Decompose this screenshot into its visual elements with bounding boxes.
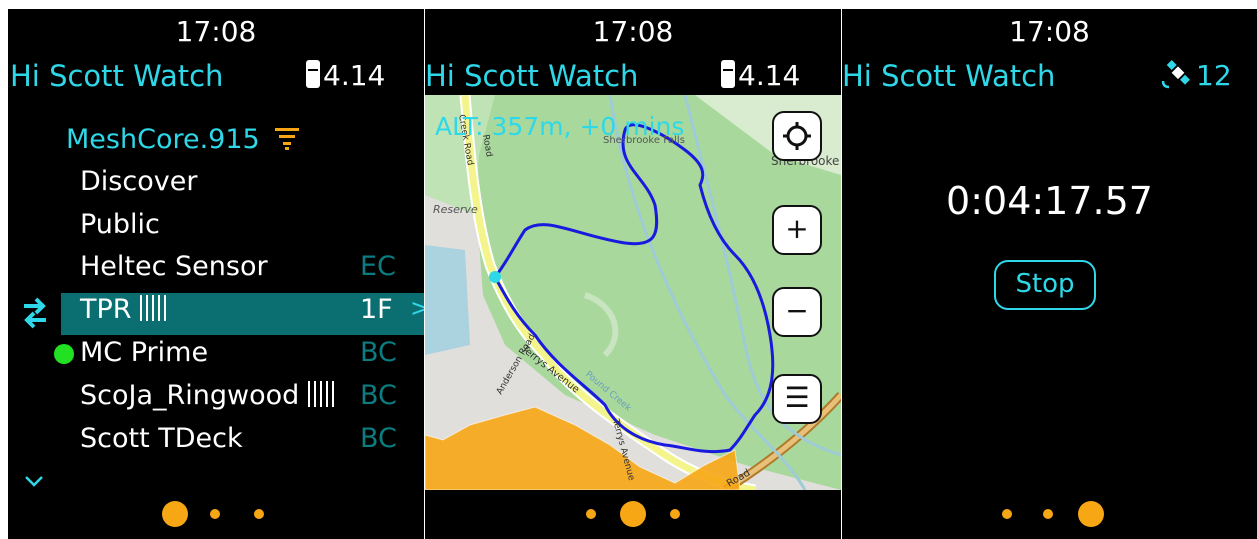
online-status-dot: [54, 344, 74, 364]
contact-row[interactable]: MC Prime: [80, 337, 208, 368]
contact-code: BC: [360, 380, 397, 411]
satellite-icon: [1161, 60, 1190, 89]
elapsed-time: 0:04:17.57: [946, 179, 1153, 223]
satellite-count: 12: [1196, 59, 1232, 92]
stop-button[interactable]: Stop: [994, 260, 1096, 310]
timer-screen: 17:08 Hi Scott Watch 12 0:04:17.57 Stop: [842, 9, 1257, 539]
contact-code: BC: [360, 337, 397, 368]
battery-status: 4.14: [721, 59, 800, 92]
contact-code: 1F: [360, 294, 393, 325]
contacts-screen: 17:08 Hi Scott Watch 4.14 MeshCore.915 D…: [8, 9, 424, 539]
contact-row[interactable]: Discover: [80, 166, 197, 197]
battery-icon: [306, 60, 320, 88]
battery-level: 4.14: [323, 59, 386, 92]
clock: 17:08: [175, 15, 257, 48]
gps-status: 12: [1160, 59, 1232, 92]
device-name: Hi Scott Watch: [425, 59, 639, 93]
contact-code: BC: [360, 423, 397, 454]
device-name: Hi Scott Watch: [10, 59, 224, 93]
clock: 17:08: [592, 15, 674, 48]
channel-name: MeshCore.915: [66, 124, 260, 155]
contact-row[interactable]: Scott TDeck: [80, 423, 243, 454]
battery-status: 4.14: [306, 59, 385, 92]
unread-bars-icon: [307, 381, 338, 407]
wifi-signal-icon: [275, 128, 300, 150]
contact-row[interactable]: ScoJa_Ringwood: [80, 380, 338, 411]
contact-row-selected[interactable]: TPR: [80, 294, 171, 325]
page-indicator: [8, 501, 424, 529]
altitude-overlay: ALT: 357m, +0 mins: [435, 112, 685, 141]
contact-row[interactable]: Public: [80, 209, 160, 240]
zoom-in-button[interactable]: +: [772, 205, 822, 255]
sync-arrows-icon[interactable]: [20, 296, 50, 330]
clock: 17:08: [1009, 15, 1090, 48]
page-indicator: [842, 501, 1257, 529]
battery-icon: [721, 60, 735, 88]
battery-level: 4.14: [738, 59, 801, 92]
zoom-out-button[interactable]: −: [772, 287, 822, 337]
crosshair-icon: [783, 122, 811, 150]
map-label: Reserve: [433, 203, 478, 216]
channel-header[interactable]: MeshCore.915: [66, 124, 300, 155]
row-arrow[interactable]: >: [410, 294, 424, 322]
page-indicator: [425, 501, 841, 529]
device-name: Hi Scott Watch: [842, 59, 1056, 93]
unread-bars-icon: [140, 295, 171, 321]
contact-code: EC: [360, 251, 396, 282]
chevron-down-icon[interactable]: [24, 475, 44, 487]
contact-row[interactable]: Heltec Sensor: [80, 251, 268, 282]
recenter-button[interactable]: [772, 111, 822, 161]
menu-button[interactable]: ☰: [772, 374, 822, 424]
map-screen: 17:08 Hi Scott Watch 4.14 Reserve Sherbr…: [425, 9, 841, 539]
